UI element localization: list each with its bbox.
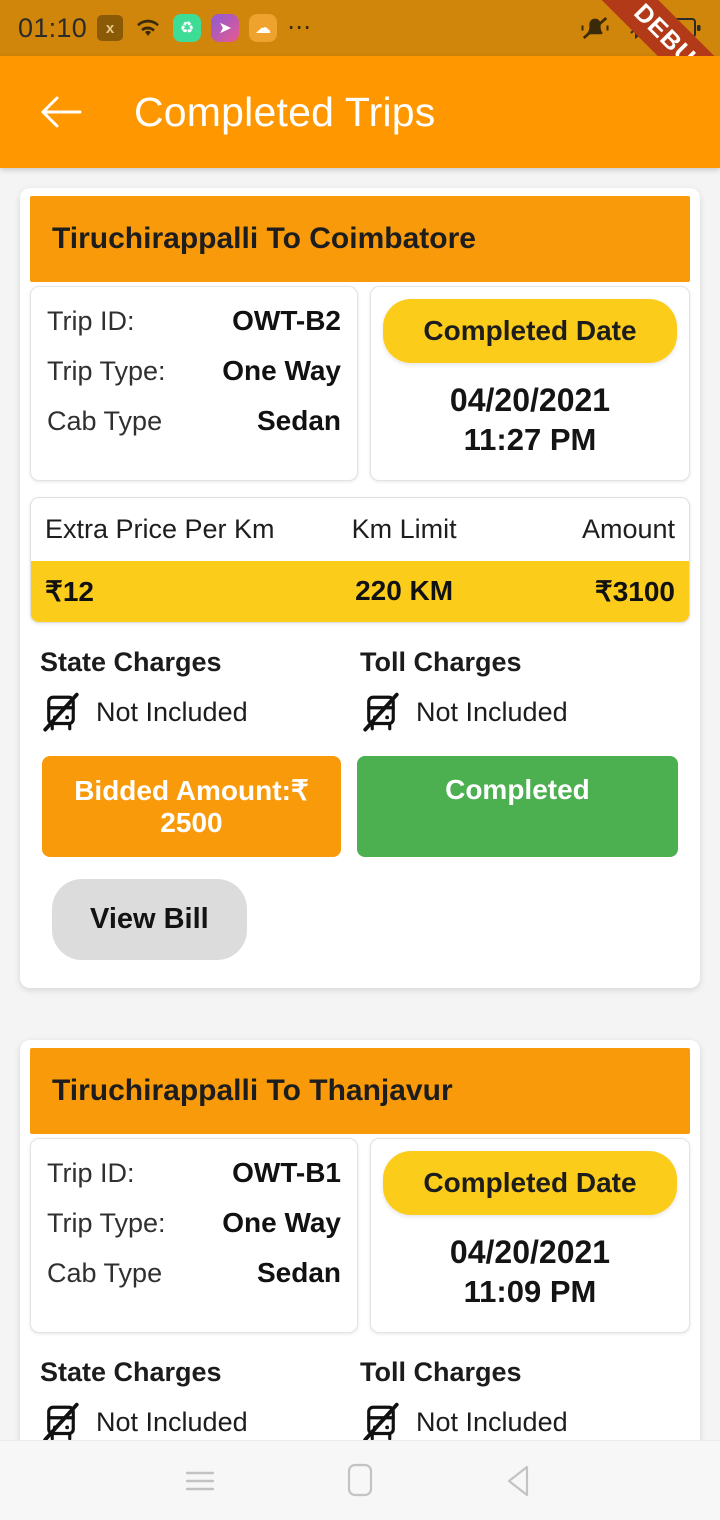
- trip-id-value: OWT-B1: [232, 1156, 341, 1188]
- state-charges-column: State Charges Not Included: [40, 647, 360, 734]
- extra-price-value: ₹12: [45, 575, 94, 607]
- completed-date-value: 04/20/2021: [449, 382, 611, 418]
- toll-charges-column: Toll Charges Not Included: [360, 647, 680, 734]
- charges-row: State Charges Not Included Toll Charges …: [20, 1333, 700, 1440]
- state-charges-column: State Charges Not Included: [40, 1357, 360, 1440]
- state-charges-label: State Charges: [40, 646, 222, 677]
- completed-date-chip: Completed Date: [383, 299, 677, 363]
- trip-type-value: One Way: [222, 1206, 341, 1238]
- amount-value: ₹3100: [594, 575, 675, 607]
- no-bus-icon: [360, 692, 402, 734]
- back-arrow-icon[interactable]: [38, 89, 84, 135]
- trip-card[interactable]: Tiruchirappalli To Thanjavur Trip ID: OW…: [20, 1039, 700, 1440]
- cab-type-label: Cab Type: [47, 406, 163, 436]
- app-purple-icon: ➤: [211, 14, 240, 42]
- state-charges-value: Not Included: [96, 1407, 248, 1438]
- state-charges-value: Not Included: [96, 697, 248, 728]
- trip-type-row: Trip Type: One Way: [47, 355, 341, 387]
- x-badge-icon: x: [97, 15, 124, 41]
- recents-icon[interactable]: [165, 1446, 235, 1516]
- app-orange-icon: ☁: [249, 14, 278, 42]
- price-table-header: Extra Price Per Km Km Limit Amount: [31, 498, 689, 561]
- status-bar: 01:10 x ♻ ➤ ☁ ⋯ DEBUG: [0, 0, 720, 56]
- completed-date-panel: Completed Date 04/20/2021 11:09 PM: [370, 1137, 690, 1333]
- km-limit-value: 220 KM: [355, 575, 454, 607]
- cab-type-value: Sedan: [256, 1256, 341, 1288]
- trip-list[interactable]: Tiruchirappalli To Coimbatore Trip ID: O…: [0, 168, 720, 1440]
- view-bill-button[interactable]: View Bill: [52, 878, 247, 960]
- price-table: Extra Price Per Km Km Limit Amount ₹12 2…: [30, 496, 690, 623]
- trip-type-row: Trip Type: One Way: [47, 1207, 341, 1239]
- charges-row: State Charges Not Included Toll Charges …: [20, 623, 700, 734]
- back-icon[interactable]: [485, 1446, 555, 1516]
- app-bar: Completed Trips: [0, 56, 720, 168]
- cab-type-row: Cab Type Sedan: [47, 405, 341, 437]
- trip-route-header: Tiruchirappalli To Thanjavur: [30, 1047, 690, 1134]
- cab-type-value: Sedan: [256, 405, 341, 436]
- completed-date-value: 04/20/2021: [449, 1233, 611, 1270]
- cab-type-row: Cab Type Sedan: [47, 1257, 341, 1289]
- home-icon[interactable]: [325, 1446, 395, 1516]
- state-charges-value-row: Not Included: [40, 1402, 360, 1440]
- completed-time-value: 11:09 PM: [463, 1274, 597, 1310]
- overflow-dots-icon: ⋯: [287, 14, 314, 41]
- extra-price-label: Extra Price Per Km: [45, 513, 275, 544]
- bidded-amount-button[interactable]: Bidded Amount:₹ 2500: [42, 755, 341, 857]
- toll-charges-value: Not Included: [416, 1407, 568, 1438]
- mute-bell-icon: [580, 13, 610, 43]
- app-green-icon: ♻: [173, 14, 202, 42]
- view-bill-row: View Bill: [20, 857, 700, 978]
- trip-id-row: Trip ID: OWT-B1: [47, 1157, 341, 1189]
- page-title: Completed Trips: [134, 88, 436, 135]
- completed-date-panel: Completed Date 04/20/2021 11:27 PM: [370, 286, 690, 481]
- toll-charges-label: Toll Charges: [360, 1356, 522, 1387]
- no-bus-icon: [40, 692, 82, 734]
- trip-id-row: Trip ID: OWT-B2: [47, 305, 341, 337]
- trip-info-panel: Trip ID: OWT-B2 Trip Type: One Way Cab T…: [30, 286, 358, 481]
- status-bar-left: 01:10 x ♻ ➤ ☁ ⋯: [18, 13, 313, 44]
- trip-id-label: Trip ID:: [47, 306, 135, 336]
- status-badge-completed[interactable]: Completed: [356, 755, 678, 857]
- android-navigation-bar: [0, 1440, 720, 1520]
- completed-date-chip: Completed Date: [383, 1150, 677, 1215]
- trip-type-label: Trip Type:: [47, 356, 166, 386]
- status-bar-clock: 01:10: [18, 12, 88, 43]
- no-bus-icon: [40, 1402, 82, 1440]
- toll-charges-value-row: Not Included: [360, 1402, 680, 1440]
- no-bus-icon: [360, 1402, 402, 1440]
- trip-summary-row: Trip ID: OWT-B2 Trip Type: One Way Cab T…: [20, 282, 700, 481]
- state-charges-label: State Charges: [40, 1356, 222, 1387]
- trip-card[interactable]: Tiruchirappalli To Coimbatore Trip ID: O…: [20, 188, 700, 988]
- amount-label: Amount: [581, 513, 675, 544]
- toll-charges-value: Not Included: [416, 697, 568, 728]
- trip-type-value: One Way: [222, 355, 341, 386]
- toll-charges-column: Toll Charges Not Included: [360, 1357, 680, 1440]
- trip-route-header: Tiruchirappalli To Coimbatore: [30, 196, 690, 282]
- cab-type-label: Cab Type: [47, 1257, 163, 1288]
- price-table-row: ₹12 220 KM ₹3100: [31, 560, 689, 622]
- trip-summary-row: Trip ID: OWT-B1 Trip Type: One Way Cab T…: [20, 1134, 700, 1333]
- toll-charges-value-row: Not Included: [360, 692, 680, 734]
- trip-type-label: Trip Type:: [47, 1207, 166, 1238]
- km-limit-label: Km Limit: [351, 513, 457, 544]
- toll-charges-label: Toll Charges: [360, 646, 522, 677]
- trip-action-row: Bidded Amount:₹ 2500 Completed: [20, 734, 700, 857]
- trip-info-panel: Trip ID: OWT-B1 Trip Type: One Way Cab T…: [30, 1137, 358, 1333]
- completed-time-value: 11:27 PM: [463, 422, 597, 458]
- wifi-icon: [133, 16, 163, 40]
- state-charges-value-row: Not Included: [40, 692, 360, 734]
- trip-id-value: OWT-B2: [232, 305, 341, 336]
- trip-id-label: Trip ID:: [47, 1157, 135, 1188]
